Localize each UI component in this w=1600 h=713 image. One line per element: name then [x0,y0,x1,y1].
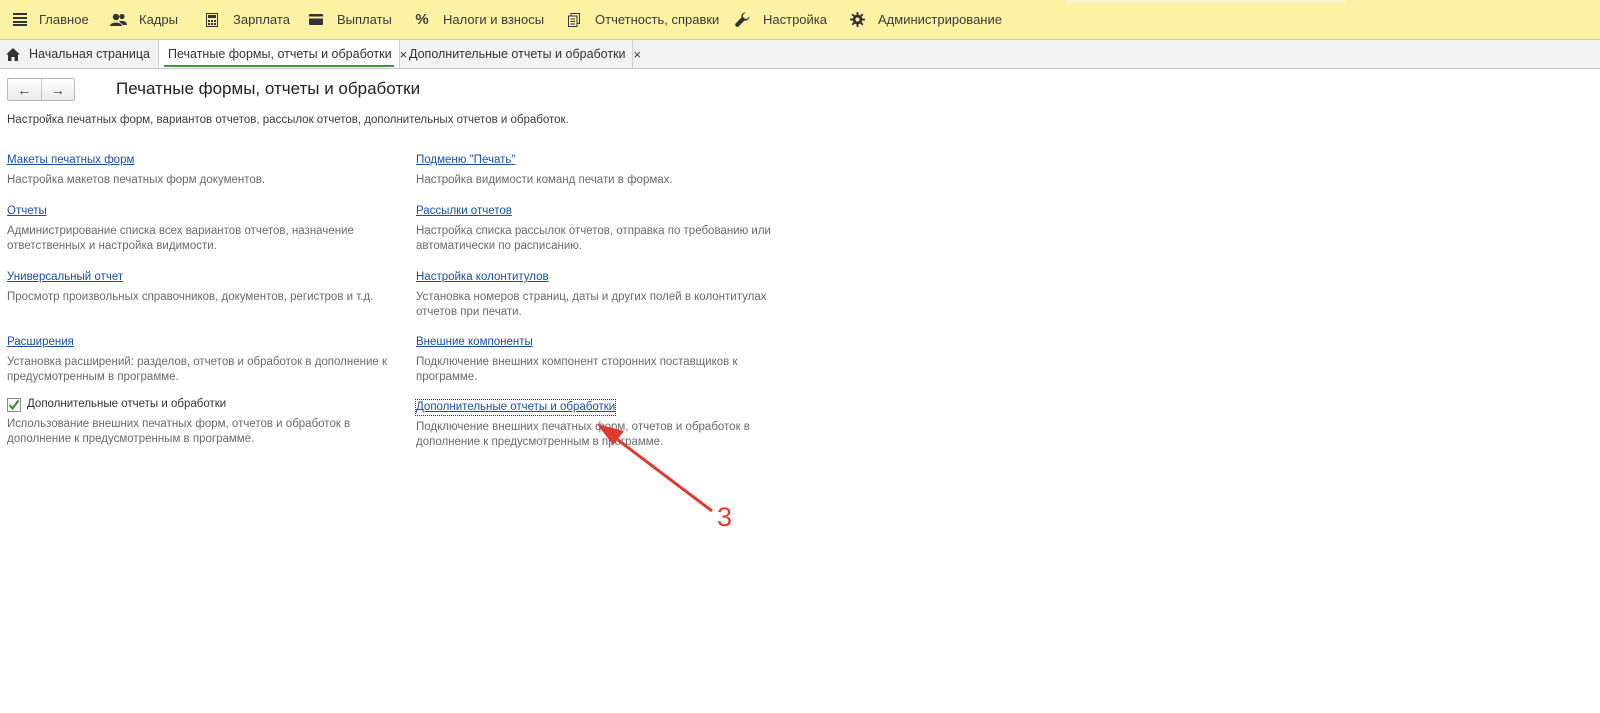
menu-item-reports[interactable]: Отчетность, справки [565,0,733,40]
annotation-number: 3 [717,502,733,532]
section-additional-reports: Дополнительные отчеты и обработки Подклю… [414,397,801,450]
menu-item-hr[interactable]: Кадры [109,0,203,40]
menu-item-salary[interactable]: Зарплата [203,0,307,40]
section-description: Настройка списка рассылок отчетов, отпра… [416,225,771,252]
section-description: Просмотр произвольных справочников, доку… [7,291,374,303]
menu-item-settings[interactable]: Настройка [733,0,848,40]
calculator-icon [203,11,221,29]
wallet-icon [307,11,325,29]
link-extensions[interactable]: Расширения [7,335,74,350]
menu-item-label: Администрирование [878,12,1002,27]
section-description: Установка номеров страниц, даты и других… [416,291,767,318]
link-print-layouts[interactable]: Макеты печатных форм [7,153,134,168]
section-additional-reports-toggle: Дополнительные отчеты и обработки Исполь… [7,397,392,447]
arrow-left-icon: ← [17,81,32,98]
menu-item-payments[interactable]: Выплаты [307,0,413,40]
tab-label: Начальная страница [29,47,150,61]
menu-item-admin[interactable]: Администрирование [848,0,1008,40]
section-description: Подключение внешних компонент сторонних … [416,356,738,383]
close-icon[interactable]: × [634,47,642,62]
wrench-icon [733,11,751,29]
page-subtitle: Настройка печатных форм, вариантов отчет… [7,114,569,126]
section-print-layouts: Макеты печатных форм Настройка макетов п… [7,150,392,188]
link-universal-report[interactable]: Универсальный отчет [7,270,123,285]
menu-item-main[interactable]: Главное [11,0,109,40]
main-menu-bar: Главное Кадры Зарплата Выплаты % Налоги … [0,0,1600,40]
documents-icon [565,11,583,29]
checkbox-label: Дополнительные отчеты и обработки [27,398,227,410]
gear-icon [848,11,866,29]
link-additional-reports[interactable]: Дополнительные отчеты и обработки [414,399,617,416]
menu-item-taxes[interactable]: % Налоги и взносы [413,0,565,40]
section-description: Подключение внешних печатных форм, отчет… [416,421,750,448]
arrow-right-icon: → [50,81,65,98]
tab-print-forms[interactable]: Печатные формы, отчеты и обработки × [159,40,407,68]
link-external-components[interactable]: Внешние компоненты [416,335,533,350]
tab-label: Дополнительные отчеты и обработки [409,47,626,61]
tab-home[interactable]: Начальная страница [0,40,159,68]
section-headers-footers: Настройка колонтитулов Установка номеров… [416,267,801,320]
menu-item-label: Выплаты [337,12,392,27]
section-description: Администрирование списка всех вариантов … [7,225,354,252]
section-description: Настройка видимости команд печати в форм… [416,174,673,186]
page-title: Печатные формы, отчеты и обработки [116,79,421,98]
section-description: Настройка макетов печатных форм документ… [7,174,266,186]
link-print-submenu[interactable]: Подменю "Печать" [416,153,515,168]
menu-item-label: Отчетность, справки [595,12,720,27]
link-headers-footers[interactable]: Настройка колонтитулов [416,270,549,285]
close-icon[interactable]: × [400,47,408,62]
section-description: Использование внешних печатных форм, отч… [7,418,351,445]
people-icon [109,11,127,29]
link-report-mailings[interactable]: Рассылки отчетов [416,204,512,219]
link-reports[interactable]: Отчеты [7,204,47,219]
section-reports: Отчеты Администрирование списка всех вар… [7,201,392,254]
navigation-buttons: ← → [7,78,75,101]
additional-reports-checkbox[interactable] [7,397,21,412]
menu-bar-highlight-strip [1066,0,1346,3]
section-external-components: Внешние компоненты Подключение внешних к… [416,332,801,385]
menu-item-label: Зарплата [233,12,290,27]
checkbox-row: Дополнительные отчеты и обработки [7,397,392,412]
back-button[interactable]: ← [8,79,41,100]
home-icon [6,47,20,61]
tab-additional-reports[interactable]: Дополнительные отчеты и обработки × [400,40,641,68]
percent-icon: % [415,11,429,28]
forward-button[interactable]: → [40,79,75,100]
hamburger-icon [11,11,29,29]
tab-bar: Начальная страница Печатные формы, отчет… [0,40,1600,69]
menu-item-label: Кадры [139,12,178,27]
menu-item-label: Главное [39,12,89,27]
checkmark-icon [8,399,20,410]
section-description: Установка расширений: разделов, отчетов … [7,356,388,383]
section-print-submenu: Подменю "Печать" Настройка видимости ком… [416,150,801,188]
section-universal-report: Универсальный отчет Просмотр произвольны… [7,267,392,305]
menu-item-label: Налоги и взносы [443,12,545,27]
menu-item-label: Настройка [763,12,827,27]
section-extensions: Расширения Установка расширений: раздело… [7,332,392,385]
section-report-mailings: Рассылки отчетов Настройка списка рассыл… [416,201,801,254]
tab-label: Печатные формы, отчеты и обработки [168,47,392,61]
